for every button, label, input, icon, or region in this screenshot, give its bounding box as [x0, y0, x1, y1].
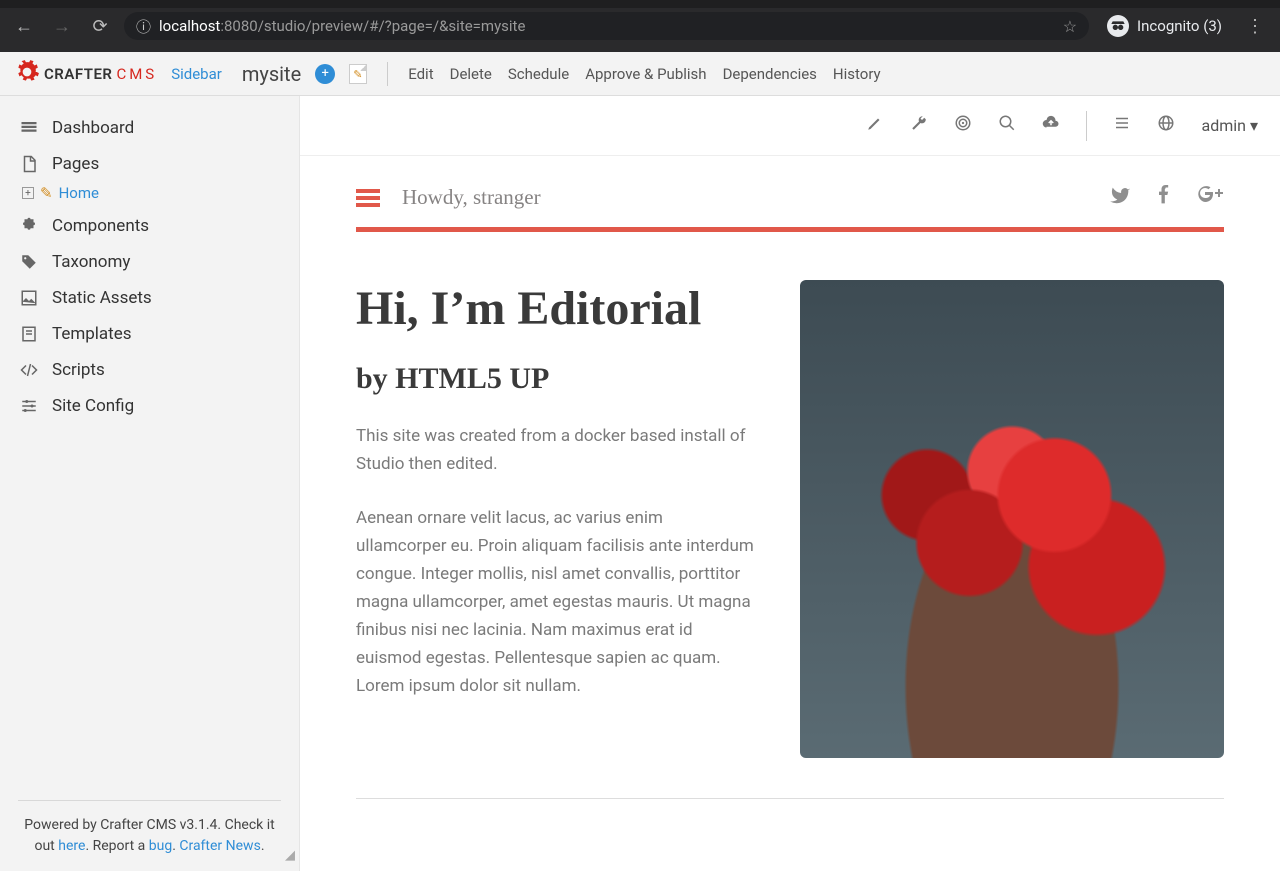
social-links — [1110, 184, 1224, 211]
crafter-logo[interactable]: CRAFTERCMS — [14, 59, 157, 89]
sidebar-label: Dashboard — [52, 118, 134, 138]
gear-logo-icon — [14, 59, 40, 89]
article-image — [800, 280, 1224, 758]
sidebar-item-components[interactable]: Components — [18, 208, 281, 244]
action-edit[interactable]: Edit — [408, 65, 433, 83]
search-icon[interactable] — [998, 114, 1016, 137]
sidebar-label: Pages — [52, 154, 99, 174]
cloud-upload-icon[interactable] — [1042, 114, 1060, 137]
sidebar-label: Scripts — [52, 360, 105, 380]
separator — [1086, 111, 1087, 141]
sliders-icon — [18, 397, 40, 415]
site-name[interactable]: mysite — [242, 62, 301, 86]
article-subtitle: by HTML5 UP — [356, 362, 756, 396]
browser-chrome: ← → ⟳ ⓘ localhost:8080/studio/preview/#/… — [0, 0, 1280, 52]
sidebar-item-scripts[interactable]: Scripts — [18, 352, 281, 388]
page-actions: Edit Delete Schedule Approve & Publish D… — [408, 65, 880, 83]
wrench-icon[interactable] — [910, 114, 928, 137]
sidebar: Dashboard Pages + ✎ Home Components Taxo… — [0, 96, 300, 871]
code-icon — [18, 361, 40, 379]
browser-forward-button[interactable]: → — [48, 12, 76, 40]
browser-back-button[interactable]: ← — [10, 12, 38, 40]
page-icon — [18, 155, 40, 173]
article-divider — [356, 798, 1224, 799]
incognito-indicator[interactable]: Incognito (3) — [1099, 15, 1230, 37]
puzzle-icon — [18, 217, 40, 235]
browser-tab-strip — [0, 0, 1280, 8]
target-icon[interactable] — [954, 114, 972, 137]
tree-item-home[interactable]: + ✎ Home — [18, 182, 281, 208]
edited-page-icon: ✎ — [40, 184, 53, 202]
pencil-icon: ✎ — [353, 68, 362, 81]
url-path: :8080/studio/preview/#/?page=/&site=mysi… — [220, 17, 525, 35]
action-delete[interactable]: Delete — [450, 65, 492, 83]
incognito-icon — [1107, 15, 1129, 37]
article-intro: This site was created from a docker base… — [356, 422, 756, 478]
user-menu[interactable]: admin ▾ — [1201, 116, 1258, 135]
main-panel: admin ▾ Howdy, stranger Hi, I’m Editoria… — [300, 96, 1280, 871]
twitter-icon[interactable] — [1110, 184, 1132, 211]
chevron-down-icon: ▾ — [1250, 116, 1258, 135]
footer-link-here[interactable]: here — [58, 838, 85, 854]
article-title: Hi, I’m Editorial — [356, 280, 756, 338]
globe-icon[interactable] — [1157, 114, 1175, 137]
browser-address-bar[interactable]: ⓘ localhost:8080/studio/preview/#/?page=… — [124, 12, 1089, 40]
footer-text: . — [261, 838, 265, 854]
browser-menu-button[interactable]: ⋮ — [1240, 16, 1270, 37]
google-plus-icon[interactable] — [1196, 184, 1224, 211]
preview-toolbar: admin ▾ — [300, 96, 1280, 156]
preview-frame: Howdy, stranger Hi, I’m Editorial by HTM… — [300, 156, 1280, 871]
footer-link-bug[interactable]: bug — [149, 838, 172, 854]
sidebar-item-dashboard[interactable]: Dashboard — [18, 110, 281, 146]
hamburger-icon[interactable] — [356, 186, 380, 210]
app-topbar: CRAFTERCMS Sidebar mysite + ✎ Edit Delet… — [0, 52, 1280, 96]
action-history[interactable]: History — [833, 65, 881, 83]
sidebar-footer: Powered by Crafter CMS v3.1.4. Check it … — [18, 800, 281, 871]
sidebar-item-taxonomy[interactable]: Taxonomy — [18, 244, 281, 280]
info-icon: ⓘ — [136, 16, 151, 37]
pencil-icon[interactable] — [866, 114, 884, 137]
url-host: localhost — [159, 17, 220, 35]
menu-icon[interactable] — [1113, 114, 1131, 137]
article-body: Aenean ornare velit lacus, ac varius eni… — [356, 504, 756, 700]
bookmark-star-icon[interactable]: ☆ — [1063, 17, 1077, 36]
dashboard-icon — [18, 119, 40, 137]
tag-icon — [18, 253, 40, 271]
action-dependencies[interactable]: Dependencies — [723, 65, 817, 83]
sidebar-item-templates[interactable]: Templates — [18, 316, 281, 352]
footer-text: . Report a — [85, 838, 148, 854]
expand-icon[interactable]: + — [22, 187, 34, 199]
template-icon — [18, 325, 40, 343]
sidebar-label: Components — [52, 216, 149, 236]
site-header: Howdy, stranger — [356, 184, 1224, 232]
edit-page-button[interactable]: ✎ — [349, 64, 367, 84]
footer-link-news[interactable]: Crafter News — [179, 838, 260, 854]
separator — [387, 62, 388, 86]
sidebar-item-pages[interactable]: Pages — [18, 146, 281, 182]
tree-item-label: Home — [59, 184, 99, 202]
sidebar-label: Site Config — [52, 396, 134, 416]
action-schedule[interactable]: Schedule — [508, 65, 569, 83]
sidebar-label: Static Assets — [52, 288, 152, 308]
sidebar-label: Taxonomy — [52, 252, 130, 272]
resize-grip[interactable]: ◢ — [281, 853, 295, 867]
add-button[interactable]: + — [315, 64, 335, 84]
sidebar-item-site-config[interactable]: Site Config — [18, 388, 281, 424]
browser-reload-button[interactable]: ⟳ — [86, 12, 114, 40]
facebook-icon[interactable] — [1154, 184, 1174, 211]
sidebar-item-static-assets[interactable]: Static Assets — [18, 280, 281, 316]
incognito-label: Incognito (3) — [1137, 17, 1222, 35]
sidebar-label: Templates — [52, 324, 132, 344]
greeting-text: Howdy, stranger — [402, 185, 541, 210]
image-icon — [18, 289, 40, 307]
user-label: admin — [1201, 116, 1245, 135]
article: Hi, I’m Editorial by HTML5 UP This site … — [356, 280, 1224, 758]
sidebar-toggle[interactable]: Sidebar — [171, 65, 222, 83]
action-approve-publish[interactable]: Approve & Publish — [585, 65, 706, 83]
